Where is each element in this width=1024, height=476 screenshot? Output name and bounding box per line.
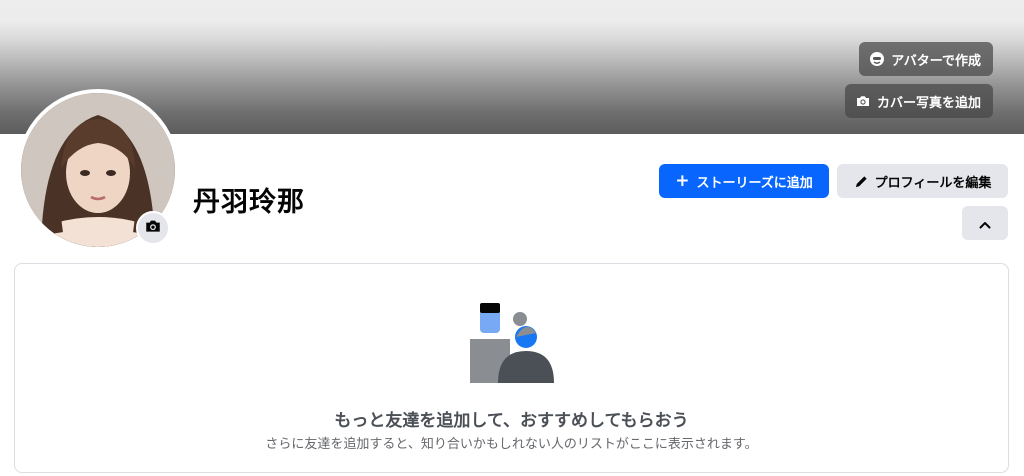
edit-profile-label: プロフィールを編集 [874,175,992,191]
avatar-icon [869,51,885,67]
update-profile-picture-button[interactable] [136,211,170,245]
camera-icon [855,93,871,109]
collapse-button[interactable] [962,206,1008,240]
profile-name: 丹羽玲那 [193,187,305,218]
create-with-avatar-button[interactable]: アバターで作成 [859,42,993,76]
add-to-story-label: ストーリーズに追加 [696,175,813,191]
people-you-may-know-card: もっと友達を追加して、おすすめしてもらおう さらに友達を追加すると、知り合いかも… [14,263,1009,473]
camera-icon [144,217,162,239]
add-cover-photo-label: カバー写真を追加 [876,95,981,111]
friends-illustration [468,301,558,383]
card-title: もっと友達を追加して、おすすめしてもらおう [334,411,689,431]
pencil-icon [854,174,869,189]
chevron-up-icon [979,214,991,233]
create-with-avatar-label: アバターで作成 [891,53,981,69]
add-to-story-button[interactable]: + ストーリーズに追加 [659,164,829,198]
card-subtitle: さらに友達を追加すると、知り合いかもしれない人のリストがここに表示されます。 [265,437,758,452]
plus-icon: + [675,170,690,191]
add-cover-photo-button[interactable]: カバー写真を追加 [844,84,993,118]
edit-profile-button[interactable]: プロフィールを編集 [837,164,1008,198]
